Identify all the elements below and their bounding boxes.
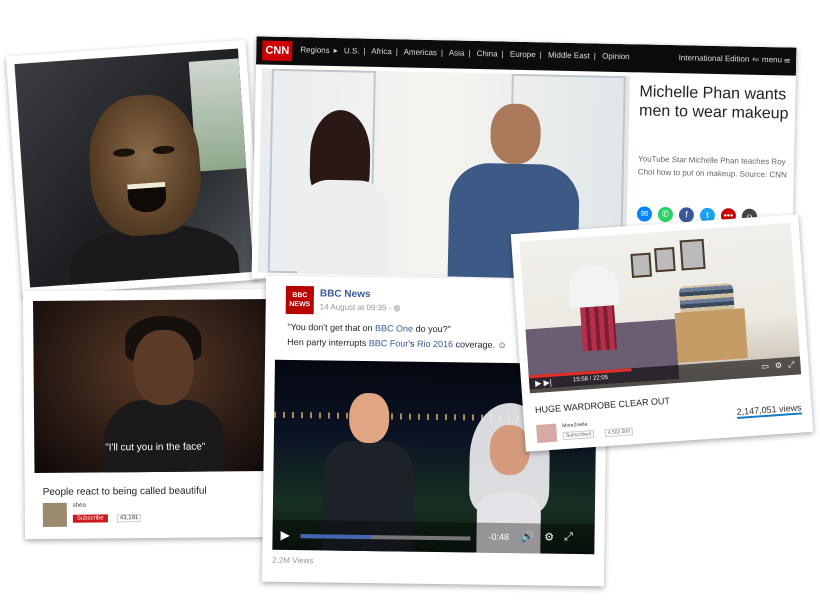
nav-americas[interactable]: Americas bbox=[404, 47, 438, 57]
view-count: 2,147,051 views bbox=[736, 402, 803, 419]
messenger-icon[interactable]: ✉ bbox=[636, 206, 653, 222]
channel-avatar[interactable] bbox=[536, 423, 558, 443]
captions-icon[interactable]: ▭ bbox=[761, 362, 769, 373]
whatsapp-icon[interactable]: ✆ bbox=[657, 206, 674, 223]
post-text-segment: 's bbox=[408, 338, 418, 349]
nav-us[interactable]: U.S. bbox=[344, 46, 360, 55]
player-icons: ▭ ⚙ ⤢ bbox=[761, 360, 795, 372]
settings-icon[interactable]: ⚙ bbox=[544, 531, 554, 544]
mask-mouth bbox=[127, 181, 168, 214]
progress-bar[interactable] bbox=[300, 534, 471, 541]
time-remaining: -0:48 bbox=[488, 531, 510, 543]
play-icon[interactable]: ▶ ▶| bbox=[535, 378, 552, 388]
chewbacca-mask bbox=[85, 91, 205, 239]
youtube-wardrobe-card: ▶ ▶| 15:58 / 22:05 ▭ ⚙ ⤢ HUGE WARDROBE C… bbox=[510, 214, 814, 452]
edition-selector[interactable]: International Edition + bbox=[679, 53, 757, 64]
video-subtitle: "I'll cut you in the face" bbox=[105, 441, 206, 454]
nav-middle-east[interactable]: Middle East bbox=[548, 50, 590, 60]
channel-avatar[interactable] bbox=[42, 502, 67, 527]
menu-button[interactable]: ⌕ menu ☰ bbox=[755, 55, 790, 66]
channel-name[interactable]: MoreZoella bbox=[562, 421, 587, 429]
subscriber-count: 43,191 bbox=[116, 514, 142, 523]
fullscreen-icon[interactable]: ⤢ bbox=[564, 531, 573, 544]
post-text-segment: Hen party interrupts bbox=[287, 336, 369, 349]
youtube-beautiful-card: "I'll cut you in the face" People react … bbox=[22, 288, 288, 540]
subscriber-count: 4,502,500 bbox=[604, 427, 634, 438]
beautiful-video-player[interactable]: "I'll cut you in the face" bbox=[33, 298, 277, 474]
cnn-nav: Regions ▸ U.S. | Africa | Americas | Asia | C… bbox=[300, 45, 630, 62]
bbc-one-link[interactable]: BBC One bbox=[375, 323, 413, 334]
woman-folding-clothes bbox=[567, 264, 622, 352]
post-date[interactable]: 14 August at 09:35 · ◍ bbox=[320, 302, 401, 312]
bbc-news-logo[interactable]: BBC NEWS bbox=[285, 285, 315, 315]
mask-right-eye bbox=[152, 145, 176, 155]
globe-icon: ◍ bbox=[393, 303, 401, 313]
woman-face bbox=[133, 329, 194, 406]
fullscreen-icon[interactable]: ⤢ bbox=[788, 360, 795, 370]
wardrobe-video-player[interactable]: ▶ ▶| 15:58 / 22:05 ▭ ⚙ ⤢ bbox=[519, 222, 802, 394]
hamburger-icon[interactable]: ☰ bbox=[784, 55, 790, 64]
nav-regions[interactable]: Regions bbox=[300, 45, 330, 55]
cnn-logo[interactable]: CNN bbox=[262, 40, 293, 62]
wall-frame bbox=[630, 252, 653, 278]
michelle-phan bbox=[297, 109, 392, 281]
player-icons: 🔊 ⚙ ⤢ bbox=[520, 530, 573, 544]
video-title[interactable]: People react to being called beautiful bbox=[43, 486, 207, 498]
subscribe-button[interactable]: Subscribe bbox=[72, 514, 108, 523]
wall-frame bbox=[654, 246, 676, 273]
wall-frame bbox=[679, 238, 706, 271]
mask-left-eye bbox=[112, 147, 136, 158]
chewbacca-mask-photo-card bbox=[5, 39, 263, 297]
nav-africa[interactable]: Africa bbox=[371, 47, 392, 56]
nav-europe[interactable]: Europe bbox=[510, 50, 536, 60]
bbc-four-link[interactable]: BBC Four bbox=[369, 338, 409, 349]
rio-2016-link[interactable]: Rio 2016 bbox=[417, 339, 453, 350]
nav-china[interactable]: China bbox=[477, 49, 498, 58]
nav-opinion[interactable]: Opinion bbox=[602, 52, 630, 62]
post-timestamp: 14 August at 09:35 · bbox=[319, 302, 394, 313]
video-controls: ▶ -0:48 🔊 ⚙ ⤢ bbox=[272, 519, 595, 555]
woman-body bbox=[103, 399, 225, 474]
video-title[interactable]: HUGE WARDROBE CLEAR OUT bbox=[535, 396, 671, 415]
channel-name[interactable]: shea bbox=[73, 503, 86, 509]
page-name[interactable]: BBC News bbox=[320, 288, 371, 300]
post-text-segment: do you?" bbox=[413, 323, 451, 335]
volume-icon[interactable]: 🔊 bbox=[520, 530, 534, 543]
post-text-segment: coverage. bbox=[452, 339, 496, 350]
article-headline[interactable]: Michelle Phan wants men to wear makeup bbox=[639, 82, 790, 123]
view-count: 2.2M Views bbox=[272, 555, 314, 566]
subscribed-button[interactable]: Subscribed bbox=[562, 430, 595, 441]
article-description: YouTube Star Michelle Phan teaches Roy C… bbox=[637, 154, 787, 180]
video-time: 15:58 / 22:05 bbox=[572, 374, 609, 384]
progress-fill bbox=[300, 534, 372, 540]
dresser bbox=[674, 308, 748, 363]
settings-icon[interactable]: ⚙ bbox=[775, 361, 783, 371]
facebook-icon[interactable]: f bbox=[678, 207, 695, 223]
play-icon[interactable]: ▶ bbox=[280, 528, 289, 542]
nav-asia[interactable]: Asia bbox=[449, 48, 465, 57]
emoji-icon: ☺ bbox=[497, 339, 507, 350]
post-text-segment: "You don't get that on bbox=[287, 321, 376, 334]
menu-label: menu bbox=[761, 54, 783, 65]
car-selfie-image bbox=[14, 48, 254, 288]
